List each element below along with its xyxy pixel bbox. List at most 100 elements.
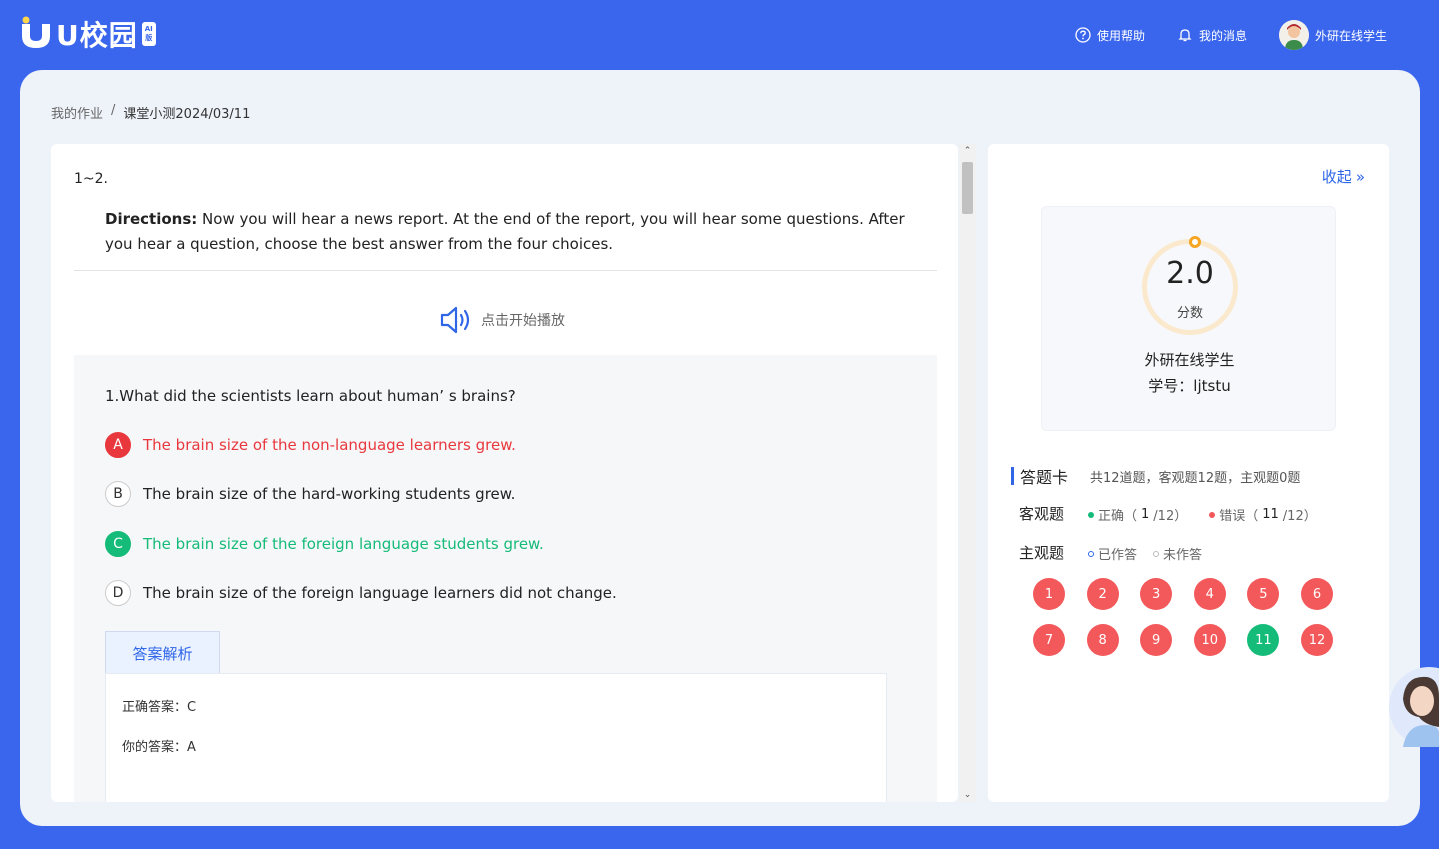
question-number-9[interactable]: 9 (1140, 624, 1173, 656)
question-range: 1~2. (74, 171, 108, 187)
messages-link[interactable]: 我的消息 (1177, 27, 1247, 44)
legend-unanswered: 未作答 (1153, 544, 1202, 563)
green-dot-icon (1088, 511, 1094, 518)
score-ring: 2.0 分数 (1142, 236, 1238, 335)
tab-answer-analysis[interactable]: 答案解析 (105, 631, 220, 674)
logo-mark-icon (18, 16, 54, 52)
answer-sheet-card: 收起 » 2.0 分数 外研在线学生 学号：ljtstu 答题卡 共12道题，客… (988, 144, 1389, 802)
help-link[interactable]: 使用帮助 (1075, 27, 1145, 44)
question-number-4[interactable]: 4 (1193, 578, 1226, 610)
option-d[interactable]: D The brain size of the foreign language… (105, 580, 617, 606)
breadcrumb-parent[interactable]: 我的作业 (51, 103, 103, 122)
logo-ai-badge: AI 版 (141, 22, 156, 46)
question-text: 1.What did the scientists learn about hu… (105, 387, 516, 405)
question-card: 1~2. Directions: Now you will hear a new… (51, 144, 958, 802)
question-number-grid: 1 2 3 4 5 6 7 8 9 10 11 12 (1033, 578, 1333, 656)
avatar (1278, 20, 1309, 50)
answer-card-header: 答题卡 共12道题，客观题12题，主观题0题 (1011, 464, 1300, 488)
top-right-nav: 使用帮助 我的消息 外研在线学生 (1075, 18, 1387, 52)
blue-ring-icon (1088, 550, 1094, 557)
messages-label: 我的消息 (1198, 28, 1247, 43)
score-label: 分数 (1176, 306, 1203, 321)
question-number-6[interactable]: 6 (1300, 578, 1333, 610)
option-a-text: The brain size of the non-language learn… (143, 436, 516, 454)
collapse-label: 收起 (1321, 168, 1352, 186)
option-a-badge: A (105, 432, 131, 458)
legend-unanswered-label: 未作答 (1163, 548, 1203, 563)
question-number-1[interactable]: 1 (1033, 578, 1065, 610)
directions-text: Now you will hear a news report. At the … (105, 210, 905, 253)
help-icon (1075, 27, 1091, 43)
legend-wrong: 错误（ 11/12） (1209, 505, 1317, 524)
bell-icon (1178, 29, 1192, 42)
main-panel: 我的作业 / 课堂小测2024/03/11 1~2. Directions: N… (20, 70, 1420, 826)
question-number-5[interactable]: 5 (1247, 578, 1280, 610)
legend-correct-count: 1 (1141, 507, 1150, 522)
help-label: 使用帮助 (1096, 28, 1145, 43)
question-area: 1.What did the scientists learn about hu… (74, 355, 937, 802)
question-scrollbar[interactable]: ⌃ ⌄ (959, 144, 976, 802)
question-number-12[interactable]: 12 (1300, 624, 1333, 656)
option-b[interactable]: B The brain size of the hard-working stu… (105, 481, 515, 507)
score-value: 2.0 (1166, 256, 1214, 291)
legend-wrong-total: /12） (1282, 509, 1317, 524)
answer-analysis-box: 正确答案：C 你的答案：A (105, 673, 887, 802)
option-c-text: The brain size of the foreign language s… (143, 535, 544, 553)
red-dot-icon (1209, 511, 1216, 518)
score-box: 2.0 分数 外研在线学生 学号：ljtstu (1041, 206, 1336, 431)
question-number-8[interactable]: 8 (1086, 624, 1119, 656)
question-number-7[interactable]: 7 (1033, 624, 1065, 656)
student-id: 学号：ljtstu (1148, 377, 1231, 395)
objective-legend: 正确（ 1/12） 错误（ 11/12） (1088, 505, 1317, 524)
double-chevron-right-icon: » (1355, 167, 1365, 186)
student-name: 外研在线学生 (1144, 351, 1235, 369)
logo-ai-badge-line-1: AI (144, 25, 153, 33)
legend-correct-label: 正确（ (1098, 509, 1138, 524)
logo[interactable]: U校园 AI 版 (18, 14, 156, 54)
legend-wrong-count: 11 (1262, 507, 1279, 522)
objective-label: 客观题 (1019, 505, 1065, 523)
scroll-up-icon[interactable]: ⌃ (959, 144, 976, 158)
scroll-thumb[interactable] (962, 162, 973, 214)
scroll-down-icon[interactable]: ⌄ (959, 788, 976, 802)
collapse-button[interactable]: 收起 » (1322, 166, 1365, 187)
legend-correct: 正确（ 1/12） (1088, 505, 1187, 524)
breadcrumb: 我的作业 / 课堂小测2024/03/11 (51, 103, 250, 122)
option-a[interactable]: A The brain size of the non-language lea… (105, 432, 516, 458)
directions-label: Directions: (105, 210, 198, 228)
question-number-3[interactable]: 3 (1140, 578, 1173, 610)
play-label: 点击开始播放 (481, 313, 565, 329)
user-name: 外研在线学生 (1314, 28, 1387, 43)
play-audio-button[interactable]: 点击开始播放 (439, 305, 565, 335)
option-b-text: The brain size of the hard-working stude… (143, 485, 516, 503)
top-bar: U校园 AI 版 使用帮助 我的消息 外研在线学生 (0, 0, 1439, 70)
question-number-2[interactable]: 2 (1086, 578, 1119, 610)
option-c[interactable]: C The brain size of the foreign language… (105, 531, 544, 557)
option-c-badge: C (105, 531, 131, 557)
logo-text: U校园 (56, 19, 138, 52)
legend-answered: 已作答 (1088, 544, 1137, 563)
breadcrumb-separator: / (111, 103, 116, 118)
correct-answer: 正确答案：C (122, 700, 197, 715)
legend-answered-label: 已作答 (1098, 548, 1138, 563)
user-menu[interactable]: 外研在线学生 (1278, 20, 1387, 50)
gray-ring-icon (1153, 550, 1160, 557)
subjective-legend: 已作答 未作答 (1088, 544, 1202, 563)
answer-card-title: 答题卡 (1020, 468, 1069, 487)
subjective-label: 主观题 (1019, 544, 1065, 562)
option-d-badge: D (105, 580, 131, 606)
option-b-badge: B (105, 481, 131, 507)
legend-correct-total: /12） (1153, 509, 1188, 524)
ai-assistant-avatar[interactable] (1389, 667, 1439, 747)
answer-card-summary: 共12道题，客观题12题，主观题0题 (1090, 470, 1301, 486)
legend-wrong-label: 错误（ (1219, 509, 1259, 524)
speaker-icon (440, 306, 470, 334)
logo-ai-badge-line-2: 版 (145, 34, 153, 42)
breadcrumb-current: 课堂小测2024/03/11 (123, 107, 251, 122)
directions: Directions: Now you will hear a news rep… (105, 207, 905, 257)
question-number-10[interactable]: 10 (1193, 624, 1226, 656)
title-accent-bar (1011, 467, 1014, 485)
divider (74, 270, 937, 271)
question-number-11[interactable]: 11 (1247, 624, 1280, 656)
option-d-text: The brain size of the foreign language l… (143, 584, 617, 602)
